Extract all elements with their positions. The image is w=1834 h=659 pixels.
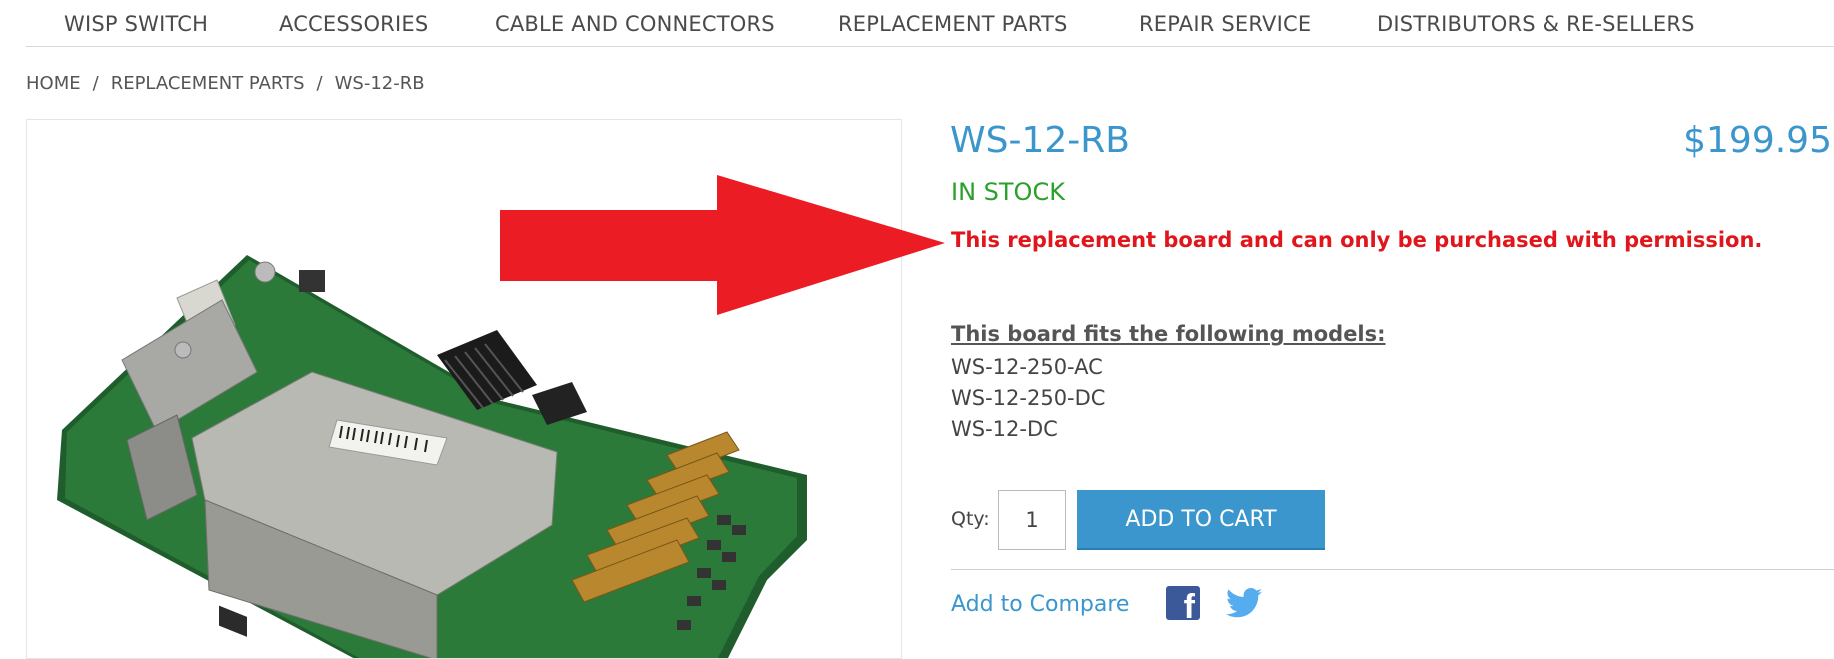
- model-item: WS-12-250-AC: [951, 355, 1103, 379]
- qty-label: Qty:: [951, 508, 990, 530]
- model-item: WS-12-DC: [951, 417, 1058, 441]
- model-item: WS-12-250-DC: [951, 386, 1106, 410]
- facebook-icon[interactable]: f: [1166, 586, 1200, 624]
- capacitor: [174, 341, 192, 359]
- divider: [951, 569, 1834, 570]
- product-price: $199.95: [1683, 120, 1832, 161]
- compatible-models-heading: This board fits the following models:: [951, 322, 1386, 346]
- top-navigation: WISP SWITCH ACCESSORIES CABLE AND CONNEC…: [26, 0, 1834, 47]
- nav-item-repair-service[interactable]: REPAIR SERVICE: [1139, 12, 1311, 36]
- add-to-cart-button[interactable]: ADD TO CART: [1077, 490, 1325, 550]
- breadcrumb-separator: /: [92, 73, 99, 94]
- stock-status: IN STOCK: [951, 178, 1065, 206]
- nav-item-accessories[interactable]: ACCESSORIES: [279, 12, 428, 36]
- breadcrumb-separator: /: [316, 73, 323, 94]
- nav-item-wisp-switch[interactable]: WISP SWITCH: [64, 12, 208, 36]
- breadcrumb-replacement-parts[interactable]: REPLACEMENT PARTS: [111, 73, 305, 94]
- quantity-input[interactable]: [998, 490, 1066, 550]
- red-arrow-annotation: [500, 175, 945, 315]
- add-to-compare-link[interactable]: Add to Compare: [951, 592, 1129, 617]
- breadcrumb-home[interactable]: HOME: [26, 73, 81, 94]
- breadcrumb-current: WS-12-RB: [334, 73, 425, 94]
- capacitor: [254, 261, 276, 283]
- permission-notice: This replacement board and can only be p…: [951, 228, 1763, 252]
- nav-item-cable-and-connectors[interactable]: CABLE AND CONNECTORS: [495, 12, 775, 36]
- twitter-icon[interactable]: [1226, 588, 1262, 618]
- nav-item-distributors-resellers[interactable]: DISTRIBUTORS & RE-SELLERS: [1377, 12, 1695, 36]
- rj45-port-openings: [219, 605, 247, 637]
- inductor: [299, 270, 325, 292]
- nav-item-replacement-parts[interactable]: REPLACEMENT PARTS: [838, 12, 1068, 36]
- breadcrumb: HOME / REPLACEMENT PARTS / WS-12-RB: [26, 73, 425, 94]
- product-title: WS-12-RB: [950, 120, 1130, 161]
